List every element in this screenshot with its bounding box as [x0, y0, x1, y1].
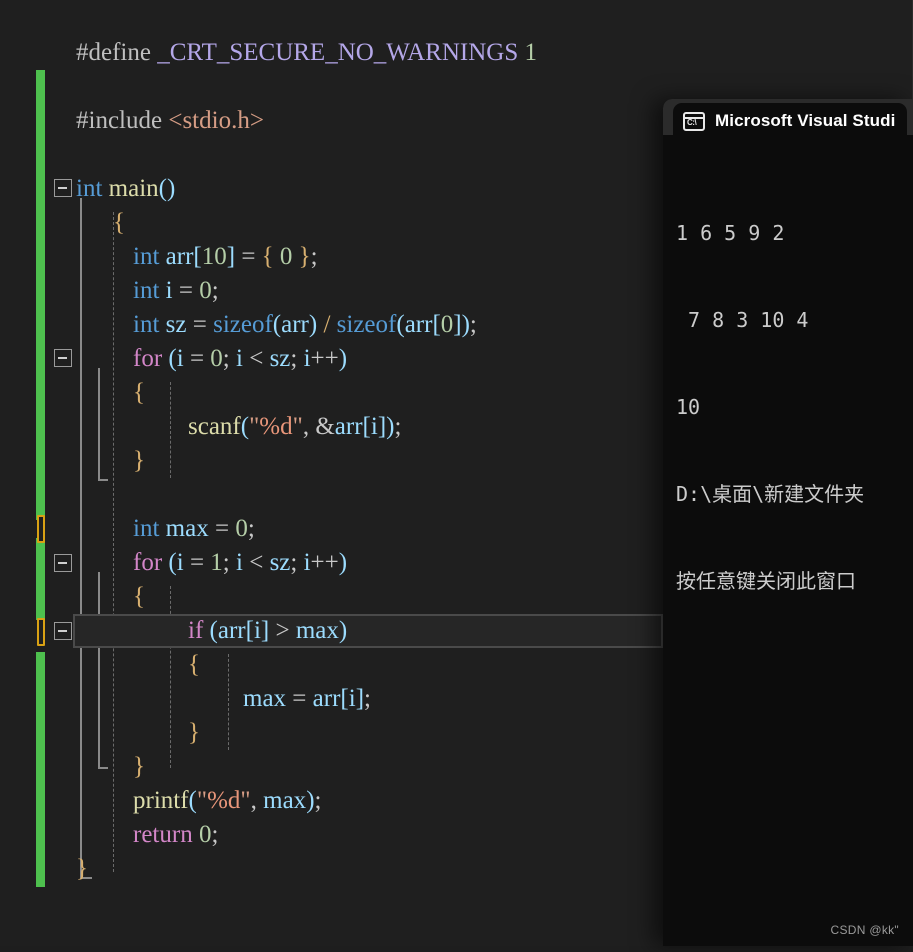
console-tab-bar: C:\ Microsoft Visual Studi	[663, 99, 913, 139]
outline-rail-end	[98, 767, 108, 769]
code-line: }	[133, 447, 145, 474]
collapse-icon[interactable]	[54, 622, 72, 640]
code-line: for (i = 1; i < sz; i++)	[133, 549, 348, 576]
code-line: int arr[10] = { 0 };	[133, 243, 318, 270]
bookmark-marker[interactable]	[37, 515, 45, 543]
outline-rail	[98, 572, 100, 768]
change-bar-segment	[36, 538, 45, 620]
change-bar-segment	[36, 652, 45, 887]
code-line: scanf("%d", &arr[i]);	[188, 413, 402, 440]
console-output-line: D:\桌面\新建文件夹	[676, 482, 865, 506]
console-output-line: 7 8 3 10 4	[676, 308, 809, 332]
indent-guide	[113, 212, 114, 872]
code-line: #define _CRT_SECURE_NO_WARNINGS 1	[76, 39, 537, 66]
code-line: printf("%d", max);	[133, 787, 322, 814]
code-line: {	[133, 583, 145, 610]
command-prompt-icon: C:\	[683, 111, 705, 131]
command-prompt-icon-label: C:\	[687, 117, 697, 127]
console-output[interactable]: 1 6 5 9 2 7 8 3 10 4 10 D:\桌面\新建文件夹 按任意键…	[663, 135, 913, 946]
console-output-line: 按任意键关闭此窗口	[676, 569, 856, 593]
code-line: }	[133, 753, 145, 780]
code-line: {	[113, 209, 125, 236]
indent-guide	[170, 382, 171, 478]
console-output-line: 1 6 5 9 2	[676, 221, 785, 245]
outline-rail-end	[98, 479, 108, 481]
code-line: {	[188, 651, 200, 678]
console-tab[interactable]: C:\ Microsoft Visual Studi	[673, 103, 908, 139]
code-line: return 0;	[133, 821, 219, 848]
code-text[interactable]: #define _CRT_SECURE_NO_WARNINGS 1 #inclu…	[0, 0, 537, 952]
code-line: int main()	[76, 175, 176, 202]
change-bar-segment	[36, 70, 45, 520]
code-line: }	[76, 855, 88, 882]
code-line: if (arr[i] > max)	[188, 617, 348, 644]
code-line: for (i = 0; i < sz; i++)	[133, 345, 348, 372]
code-line: int sz = sizeof(arr) / sizeof(arr[0]);	[133, 311, 477, 338]
code-line: #include <stdio.h>	[76, 107, 264, 134]
outline-rail	[80, 198, 82, 878]
code-line: {	[133, 379, 145, 406]
current-line-highlight	[73, 614, 663, 648]
indent-guide	[228, 654, 229, 750]
collapse-icon[interactable]	[54, 349, 72, 367]
outline-rail	[98, 368, 100, 480]
collapse-icon[interactable]	[54, 554, 72, 572]
bookmark-marker[interactable]	[37, 618, 45, 646]
console-tab-title: Microsoft Visual Studi	[715, 111, 896, 130]
code-line: int max = 0;	[133, 515, 255, 542]
watermark: CSDN @kk"	[830, 923, 899, 937]
console-output-line: 10	[676, 395, 701, 419]
code-line: max = arr[i];	[243, 685, 371, 712]
code-line: int i = 0;	[133, 277, 219, 304]
collapse-icon[interactable]	[54, 179, 72, 197]
code-line: }	[188, 719, 200, 746]
console-window[interactable]: C:\ Microsoft Visual Studi 1 6 5 9 2 7 8…	[663, 99, 913, 946]
